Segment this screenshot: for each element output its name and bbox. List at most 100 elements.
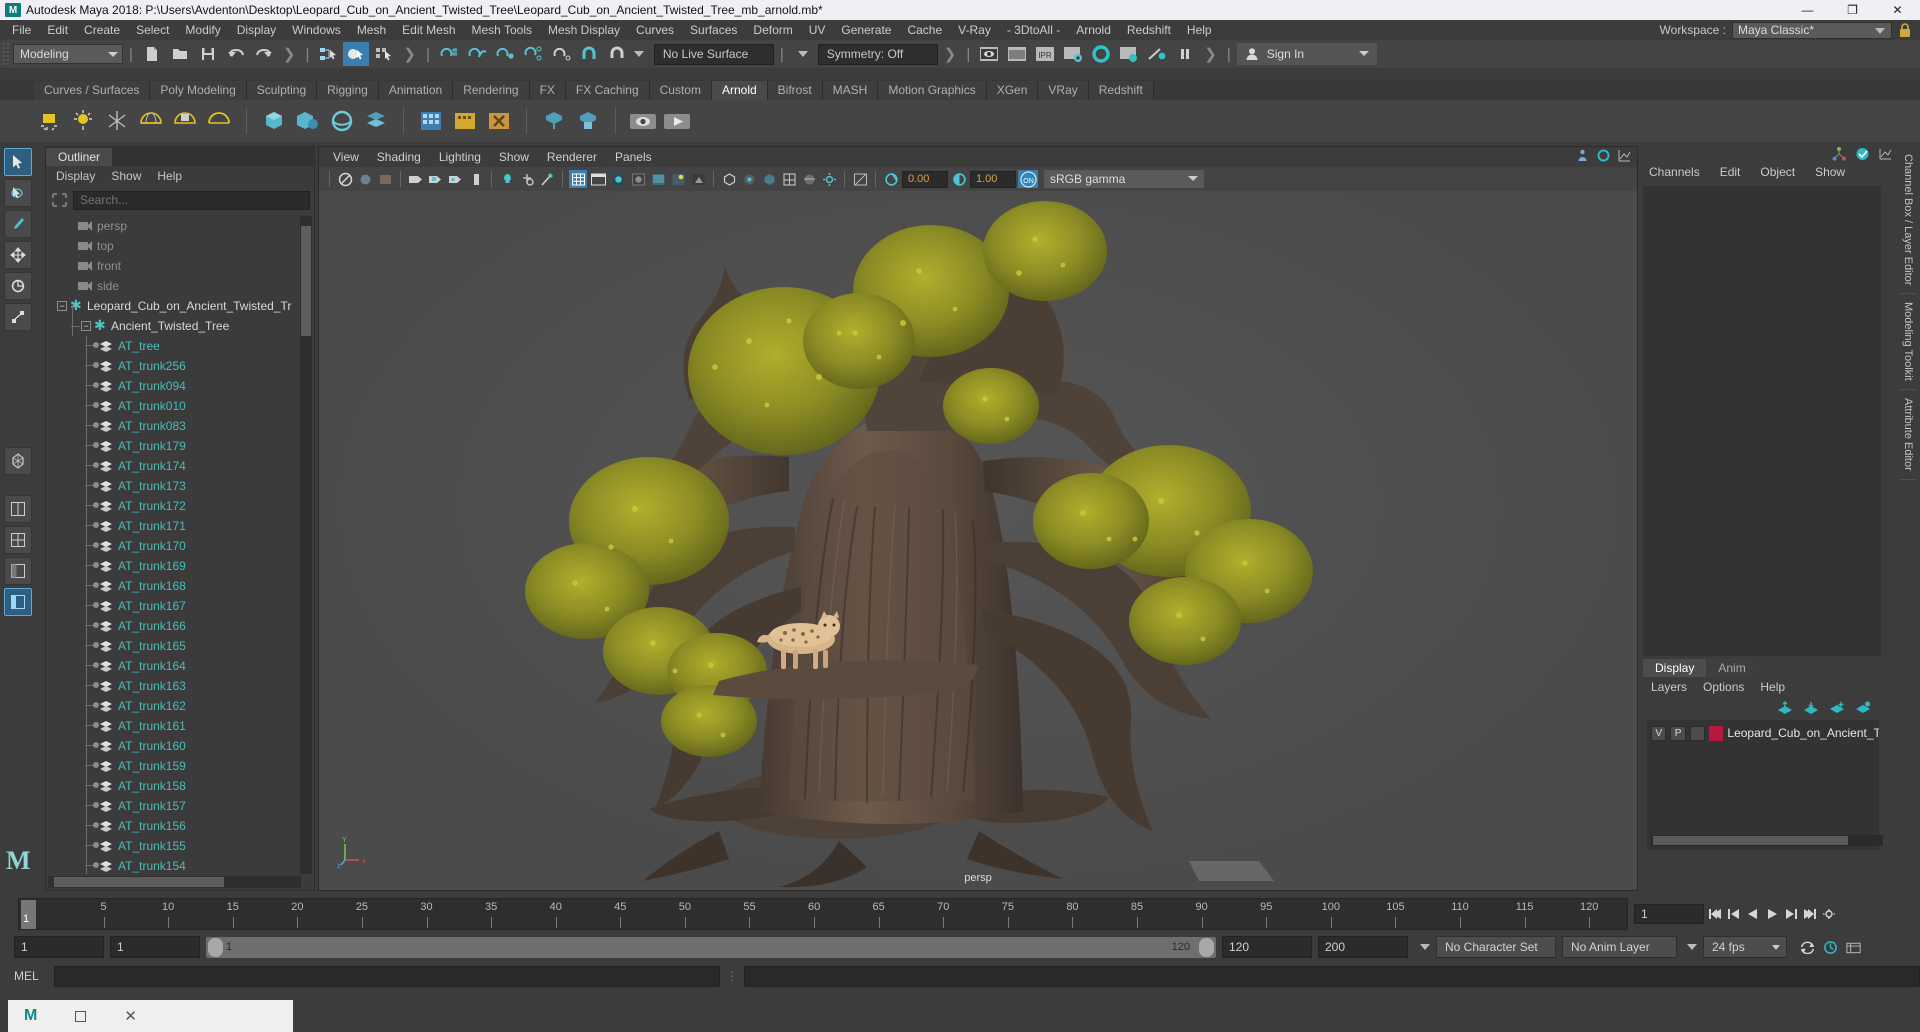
layout-single-icon[interactable] [4, 495, 32, 523]
select-tool[interactable] [4, 148, 32, 176]
graph-icon[interactable] [1618, 149, 1631, 162]
restore-window-icon[interactable] [75, 1010, 87, 1022]
viewport-menu-shading[interactable]: Shading [377, 150, 421, 164]
character-set-dropdown[interactable]: No Character Set [1436, 936, 1556, 958]
cb-menu-object[interactable]: Object [1760, 165, 1795, 179]
redo-icon[interactable] [251, 42, 277, 66]
anim-start-field[interactable]: 120 [1222, 936, 1312, 958]
menu-windows[interactable]: Windows [284, 20, 349, 40]
layer-move-down-icon[interactable] [1803, 701, 1819, 715]
menu-file[interactable]: File [4, 20, 39, 40]
menu-redshift[interactable]: Redshift [1119, 20, 1179, 40]
shelf-tab-rigging[interactable]: Rigging [317, 81, 379, 100]
outliner-horizontal-scrollbar[interactable] [48, 876, 301, 888]
smooth-shade-icon[interactable] [609, 170, 627, 188]
camera-unlock-icon[interactable] [447, 170, 465, 188]
chevron-down-icon[interactable] [1420, 944, 1430, 950]
undo-icon[interactable] [223, 42, 249, 66]
shelf-tab-rendering[interactable]: Rendering [453, 81, 530, 100]
flat-shade-icon[interactable] [629, 170, 647, 188]
animation-preferences-icon[interactable] [1845, 937, 1862, 957]
menu-uv[interactable]: UV [801, 20, 834, 40]
attribute-editor-icon[interactable] [1878, 147, 1893, 161]
arnold-play-blast-icon[interactable] [662, 106, 692, 136]
range-current-field[interactable]: 1 [110, 936, 200, 958]
vtab-channel-box[interactable]: Channel Box / Layer Editor [1899, 146, 1917, 295]
command-resize-grip[interactable]: ⋮ [726, 969, 738, 983]
shelf-tab-arnold[interactable]: Arnold [711, 81, 768, 100]
viewport-menu-show[interactable]: Show [499, 150, 529, 164]
close-button[interactable]: ✕ [1875, 0, 1920, 20]
outliner-item-front[interactable]: front [48, 256, 301, 276]
rotate-tool[interactable] [4, 272, 32, 300]
command-output[interactable] [743, 965, 1920, 987]
shelf-tab-fx[interactable]: FX [529, 81, 566, 100]
film-gate-icon[interactable] [467, 170, 485, 188]
menu-vray[interactable]: V-Ray [950, 20, 999, 40]
open-scene-icon[interactable] [167, 42, 193, 66]
render-settings-icon[interactable] [1060, 42, 1086, 66]
layer-playback-toggle[interactable]: P [1670, 725, 1686, 741]
arnold-render-seq-icon[interactable] [450, 106, 480, 136]
menuset-dropdown[interactable]: Modeling [13, 44, 123, 64]
shelf-tab-mash[interactable]: MASH [822, 81, 879, 100]
exposure-field[interactable]: 0.00 [902, 170, 948, 188]
channel-box-content[interactable] [1643, 186, 1881, 656]
outliner-search-input[interactable] [73, 190, 310, 210]
lock-icon[interactable] [1898, 22, 1912, 38]
play-backwards-icon[interactable] [1744, 904, 1761, 924]
layer-visibility-toggle[interactable]: V [1651, 725, 1667, 741]
outliner-menu-show[interactable]: Show [111, 169, 141, 183]
maximize-button[interactable]: ❐ [1830, 0, 1875, 20]
layer-menu-help[interactable]: Help [1760, 680, 1785, 694]
camera-lock-icon[interactable] [427, 170, 445, 188]
bookmark-camera-icon[interactable] [407, 170, 425, 188]
status-grip[interactable] [2, 42, 9, 66]
arnold-photometric-light-icon[interactable] [204, 106, 234, 136]
outliner-tab[interactable]: Outliner [46, 148, 113, 166]
shelf-tab-bifrost[interactable]: Bifrost [767, 81, 823, 100]
layer-display-type-toggle[interactable] [1689, 725, 1706, 741]
shadows-icon[interactable] [518, 170, 536, 188]
maya-taskbar-icon[interactable]: M [24, 1007, 37, 1025]
refresh-icon[interactable] [1597, 149, 1610, 162]
go-to-end-icon[interactable] [1801, 904, 1818, 924]
sign-in-button[interactable]: Sign In [1236, 43, 1377, 65]
outliner-vertical-scrollbar[interactable] [300, 216, 312, 874]
layout-two-pane-icon[interactable] [4, 526, 32, 554]
create-layer-icon[interactable] [1829, 701, 1845, 715]
layer-tab-anim[interactable]: Anim [1706, 659, 1758, 677]
collapse-arrow-icon[interactable]: ❯ [283, 45, 296, 63]
arnold-render-cancel-icon[interactable] [484, 106, 514, 136]
textured-icon[interactable] [649, 170, 667, 188]
menu-help[interactable]: Help [1179, 20, 1220, 40]
select-object-icon[interactable] [343, 42, 370, 66]
shelf-tab-xgen[interactable]: XGen [986, 81, 1039, 100]
layout-persp-outliner-icon[interactable] [4, 557, 32, 585]
arnold-layers-icon[interactable] [361, 106, 391, 136]
menu-generate[interactable]: Generate [833, 20, 899, 40]
exposure-wheel-icon[interactable] [882, 170, 900, 188]
render-flags-icon[interactable] [1144, 42, 1170, 66]
axis-triad-icon[interactable] [1832, 147, 1847, 161]
shelf-tab-poly-modeling[interactable]: Poly Modeling [150, 81, 247, 100]
gamma-wheel-icon[interactable] [950, 170, 968, 188]
collapse-arrow-icon[interactable]: ❯ [1204, 45, 1217, 63]
symmetry-field[interactable]: Symmetry: Off [817, 43, 938, 65]
go-to-start-icon[interactable] [1706, 904, 1723, 924]
expander-minus-icon[interactable]: − [81, 321, 91, 331]
command-language-label[interactable]: MEL [14, 969, 48, 983]
vtab-attribute-editor[interactable]: Attribute Editor [1899, 390, 1917, 480]
vtab-modeling-toolkit[interactable]: Modeling Toolkit [1899, 294, 1917, 391]
paint-select-tool[interactable] [4, 210, 32, 238]
range-right-handle[interactable] [1199, 937, 1214, 957]
xray-icon[interactable] [720, 170, 738, 188]
play-forwards-icon[interactable] [1763, 904, 1780, 924]
outliner-item-tree-group[interactable]: − ✱ Ancient_Twisted_Tree [48, 316, 301, 336]
menu-surfaces[interactable]: Surfaces [682, 20, 745, 40]
layer-tab-display[interactable]: Display [1643, 659, 1707, 677]
range-left-handle[interactable] [208, 937, 223, 957]
collapse-arrow-icon[interactable]: ❯ [944, 45, 957, 63]
ao-icon[interactable] [538, 170, 556, 188]
layer-menu-layers[interactable]: Layers [1651, 680, 1687, 694]
